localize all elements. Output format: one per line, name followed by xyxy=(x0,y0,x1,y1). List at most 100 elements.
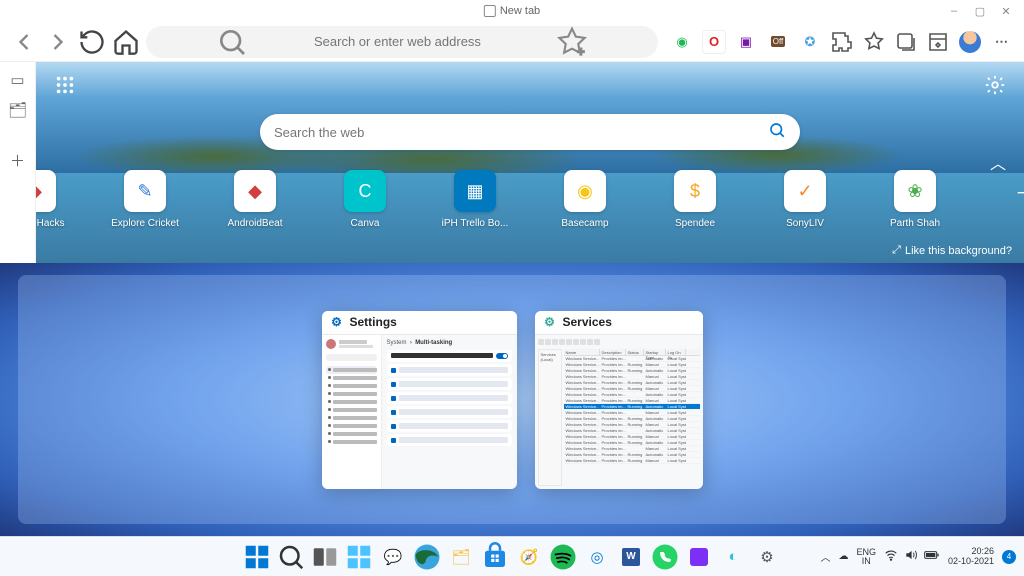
snap-preview-services[interactable]: ⚙ Services Services (Local) NameDescript… xyxy=(535,311,703,489)
quick-link[interactable]: ◉Basecamp xyxy=(550,170,620,229)
close-button[interactable]: ✕ xyxy=(1000,5,1012,17)
taskbar-pinned-apps: 💬 🗂 🧭 ◎ W ◐ ⚙ xyxy=(242,542,782,572)
quick-link-tile: ❀ xyxy=(894,170,936,212)
more-menu-button[interactable]: ⋯ xyxy=(990,30,1014,54)
quick-link-label: SonyLIV xyxy=(765,218,845,229)
settings-taskbar-icon[interactable]: ⚙ xyxy=(752,542,782,572)
volume-icon[interactable] xyxy=(904,548,918,565)
word-icon[interactable]: W xyxy=(616,542,646,572)
quick-link[interactable]: CCanva xyxy=(330,170,400,229)
teams-chat-icon[interactable]: 💬 xyxy=(378,542,408,572)
ext-opera-icon[interactable]: O xyxy=(702,30,726,54)
search-submit-icon[interactable] xyxy=(768,121,786,144)
collapse-quicklinks-icon[interactable]: ︿ xyxy=(990,150,1006,174)
quick-link[interactable]: ◆AndroidBeat xyxy=(220,170,290,229)
vertical-tab-newtab-icon[interactable]: 🗂 xyxy=(8,100,28,120)
language-indicator[interactable]: ENGIN xyxy=(856,548,876,566)
new-tab-page: ◆iPhoneHacks✎Explore Cricket◆AndroidBeat… xyxy=(36,62,1024,263)
browser-toolbar: + ◉ O ▣ Off ✪ ⋯ xyxy=(0,22,1024,62)
search-icon xyxy=(158,26,306,58)
home-button[interactable] xyxy=(112,28,140,56)
notification-badge[interactable]: 4 xyxy=(1002,550,1016,564)
app-blue-icon[interactable]: ◎ xyxy=(582,542,612,572)
quick-links-row: ◆iPhoneHacks✎Explore Cricket◆AndroidBeat… xyxy=(36,170,1024,229)
quick-link-label: Parth Shah xyxy=(875,218,955,229)
back-button[interactable] xyxy=(10,28,38,56)
quick-link-tile: C xyxy=(344,170,386,212)
app-teal-icon[interactable]: ◐ xyxy=(718,542,748,572)
spotify-icon[interactable] xyxy=(548,542,578,572)
wifi-icon[interactable] xyxy=(884,548,898,565)
quick-link[interactable]: ◆iPhoneHacks xyxy=(36,170,70,229)
favorites-button[interactable] xyxy=(862,30,886,54)
tray-chevron-icon[interactable]: ︿ xyxy=(820,549,830,564)
settings-nav-item xyxy=(326,390,377,398)
snap-preview-settings[interactable]: ⚙ Settings System › Multi-tasking xyxy=(322,311,517,489)
system-tray: ︿ ☁ ENGIN 20:2602-10-2021 4 xyxy=(820,547,1024,567)
downloads-notif-icon[interactable] xyxy=(926,30,950,54)
settings-nav-item xyxy=(326,374,377,382)
favorite-star-icon[interactable]: + xyxy=(498,26,646,58)
services-icon: ⚙ xyxy=(543,315,557,329)
start-button[interactable] xyxy=(242,542,272,572)
maximize-button[interactable]: ▢ xyxy=(974,5,986,17)
ext-onenote-icon[interactable]: ▣ xyxy=(734,30,758,54)
add-quick-link[interactable]: ＋ xyxy=(990,170,1024,229)
address-bar[interactable]: + xyxy=(146,26,658,58)
windows-taskbar: 💬 🗂 🧭 ◎ W ◐ ⚙ ︿ ☁ ENGIN 20:2602-10-2021 … xyxy=(0,536,1024,576)
quick-link[interactable]: ✎Explore Cricket xyxy=(110,170,180,229)
file-explorer-icon[interactable]: 🗂 xyxy=(446,542,476,572)
search-button[interactable] xyxy=(276,542,306,572)
apps-launcher-icon[interactable] xyxy=(54,74,76,96)
address-input[interactable] xyxy=(314,34,490,49)
quick-link-label: Canva xyxy=(325,218,405,229)
weather-tray-icon[interactable]: ☁ xyxy=(838,551,848,562)
task-view-button[interactable] xyxy=(310,542,340,572)
forward-button[interactable] xyxy=(44,28,72,56)
collections-button[interactable] xyxy=(894,30,918,54)
settings-content: System › Multi-tasking xyxy=(382,335,517,489)
store-icon[interactable] xyxy=(480,542,510,572)
like-bg-text: Like this background? xyxy=(905,245,1012,257)
settings-nav-item xyxy=(326,430,377,438)
widgets-button[interactable] xyxy=(344,542,374,572)
quick-link[interactable]: $Spendee xyxy=(660,170,730,229)
clock[interactable]: 20:2602-10-2021 xyxy=(948,547,994,567)
title-text: New tab xyxy=(500,5,540,17)
expand-icon: ⤢ xyxy=(892,244,901,257)
quick-link[interactable]: ✓SonyLIV xyxy=(770,170,840,229)
settings-nav-item xyxy=(326,422,377,430)
ext-coupon-icon[interactable]: Off xyxy=(766,30,790,54)
app-purple-icon[interactable] xyxy=(684,542,714,572)
new-tab-button[interactable]: ＋ xyxy=(8,150,28,170)
minimize-button[interactable]: – xyxy=(948,5,960,17)
quick-link-tile: ✎ xyxy=(124,170,166,212)
quick-link-label: Basecamp xyxy=(545,218,625,229)
refresh-button[interactable] xyxy=(78,28,106,56)
services-left-panel: Services (Local) xyxy=(538,349,562,486)
page-icon xyxy=(484,5,496,17)
settings-nav-item xyxy=(326,414,377,422)
quick-link[interactable]: ❀Parth Shah xyxy=(880,170,950,229)
quick-link-label: iPhoneHacks xyxy=(36,218,75,229)
snap-layout-overlay: ⚙ Settings System › Multi-tasking xyxy=(0,263,1024,536)
whatsapp-icon[interactable] xyxy=(650,542,680,572)
web-search-box[interactable] xyxy=(260,114,800,150)
quick-link-label: Explore Cricket xyxy=(105,218,185,229)
quick-link-tile: ◆ xyxy=(36,170,56,212)
web-search-input[interactable] xyxy=(274,125,768,140)
like-background-link[interactable]: ⤢ Like this background? xyxy=(892,244,1012,257)
edge-icon[interactable] xyxy=(412,542,442,572)
ext-grammarly-icon[interactable]: ◉ xyxy=(670,30,694,54)
extensions-button[interactable] xyxy=(830,30,854,54)
settings-nav-item xyxy=(326,438,377,446)
quick-link[interactable]: ▦iPH Trello Bo... xyxy=(440,170,510,229)
page-settings-gear-icon[interactable] xyxy=(984,74,1006,96)
ext-globe-icon[interactable]: ✪ xyxy=(798,30,822,54)
profile-avatar[interactable] xyxy=(958,30,982,54)
tab-actions-button[interactable]: ▭ xyxy=(8,70,28,90)
settings-nav-item xyxy=(326,366,377,374)
svg-text:+: + xyxy=(577,44,584,58)
app-safari-icon[interactable]: 🧭 xyxy=(514,542,544,572)
battery-icon[interactable] xyxy=(924,548,940,565)
